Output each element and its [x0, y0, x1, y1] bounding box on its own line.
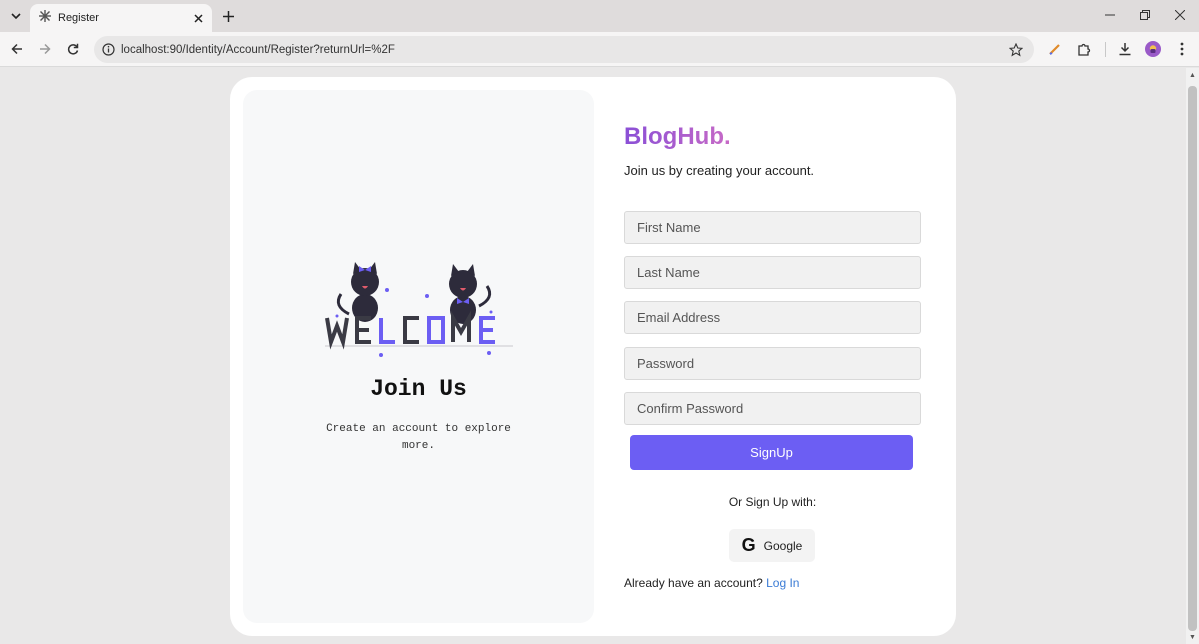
page-scrollbar[interactable]: ▲ ▼	[1186, 68, 1199, 644]
download-icon[interactable]	[1116, 40, 1134, 58]
reload-icon[interactable]	[63, 39, 83, 59]
welcome-illustration	[325, 262, 513, 357]
close-icon[interactable]	[190, 10, 206, 26]
welcome-panel: Join Us Create an account to explore mor…	[243, 90, 594, 623]
toolbar-divider	[1105, 42, 1106, 57]
back-icon[interactable]	[7, 39, 27, 59]
tab-title: Register	[58, 12, 99, 24]
has-account-text: Already have an account?	[624, 576, 763, 590]
star-icon[interactable]	[1008, 42, 1024, 58]
scroll-down-icon[interactable]: ▼	[1188, 633, 1197, 642]
minimize-icon[interactable]	[1098, 4, 1122, 26]
tab-bar: Register	[0, 0, 1199, 32]
pen-icon[interactable]	[1046, 40, 1064, 58]
extensions-icon[interactable]	[1075, 40, 1093, 58]
login-prompt: Already have an account? Log In	[624, 576, 799, 590]
alt-signup-text: Or Sign Up with:	[728, 495, 817, 509]
last-name-field[interactable]	[624, 256, 921, 289]
plus-icon[interactable]	[218, 6, 238, 26]
info-icon[interactable]	[101, 43, 115, 57]
page-viewport: Join Us Create an account to explore mor…	[0, 68, 1186, 644]
forward-icon[interactable]	[35, 39, 55, 59]
email-field[interactable]	[624, 301, 921, 334]
profile-icon[interactable]	[1144, 40, 1162, 58]
password-field[interactable]	[624, 347, 921, 380]
url-text: localhost:90/Identity/Account/Register?r…	[121, 43, 395, 56]
confirm-password-field[interactable]	[624, 392, 921, 425]
google-icon: G	[741, 535, 756, 555]
address-bar[interactable]: localhost:90/Identity/Account/Register?r…	[94, 36, 1034, 63]
window-close-icon[interactable]	[1168, 4, 1192, 26]
google-label: Google	[763, 538, 803, 553]
join-subtitle: Create an account to explore more.	[326, 423, 511, 452]
tab-search-icon[interactable]	[6, 6, 26, 26]
google-signup-button[interactable]: G Google	[729, 529, 815, 562]
signup-button[interactable]: SignUp	[630, 435, 913, 470]
join-title: Join Us	[370, 376, 467, 402]
first-name-field[interactable]	[624, 211, 921, 244]
tagline: Join us by creating your account.	[624, 163, 815, 178]
browser-toolbar: localhost:90/Identity/Account/Register?r…	[0, 32, 1199, 67]
restore-icon[interactable]	[1133, 4, 1157, 26]
tab-register[interactable]: Register	[30, 4, 212, 32]
register-card: Join Us Create an account to explore mor…	[230, 77, 956, 636]
favicon-icon	[38, 9, 52, 28]
scroll-up-icon[interactable]: ▲	[1188, 71, 1197, 80]
scroll-thumb[interactable]	[1188, 86, 1197, 631]
brand-logo: BlogHub.	[624, 123, 731, 150]
login-link[interactable]: Log In	[766, 576, 799, 590]
menu-icon[interactable]	[1173, 40, 1191, 58]
